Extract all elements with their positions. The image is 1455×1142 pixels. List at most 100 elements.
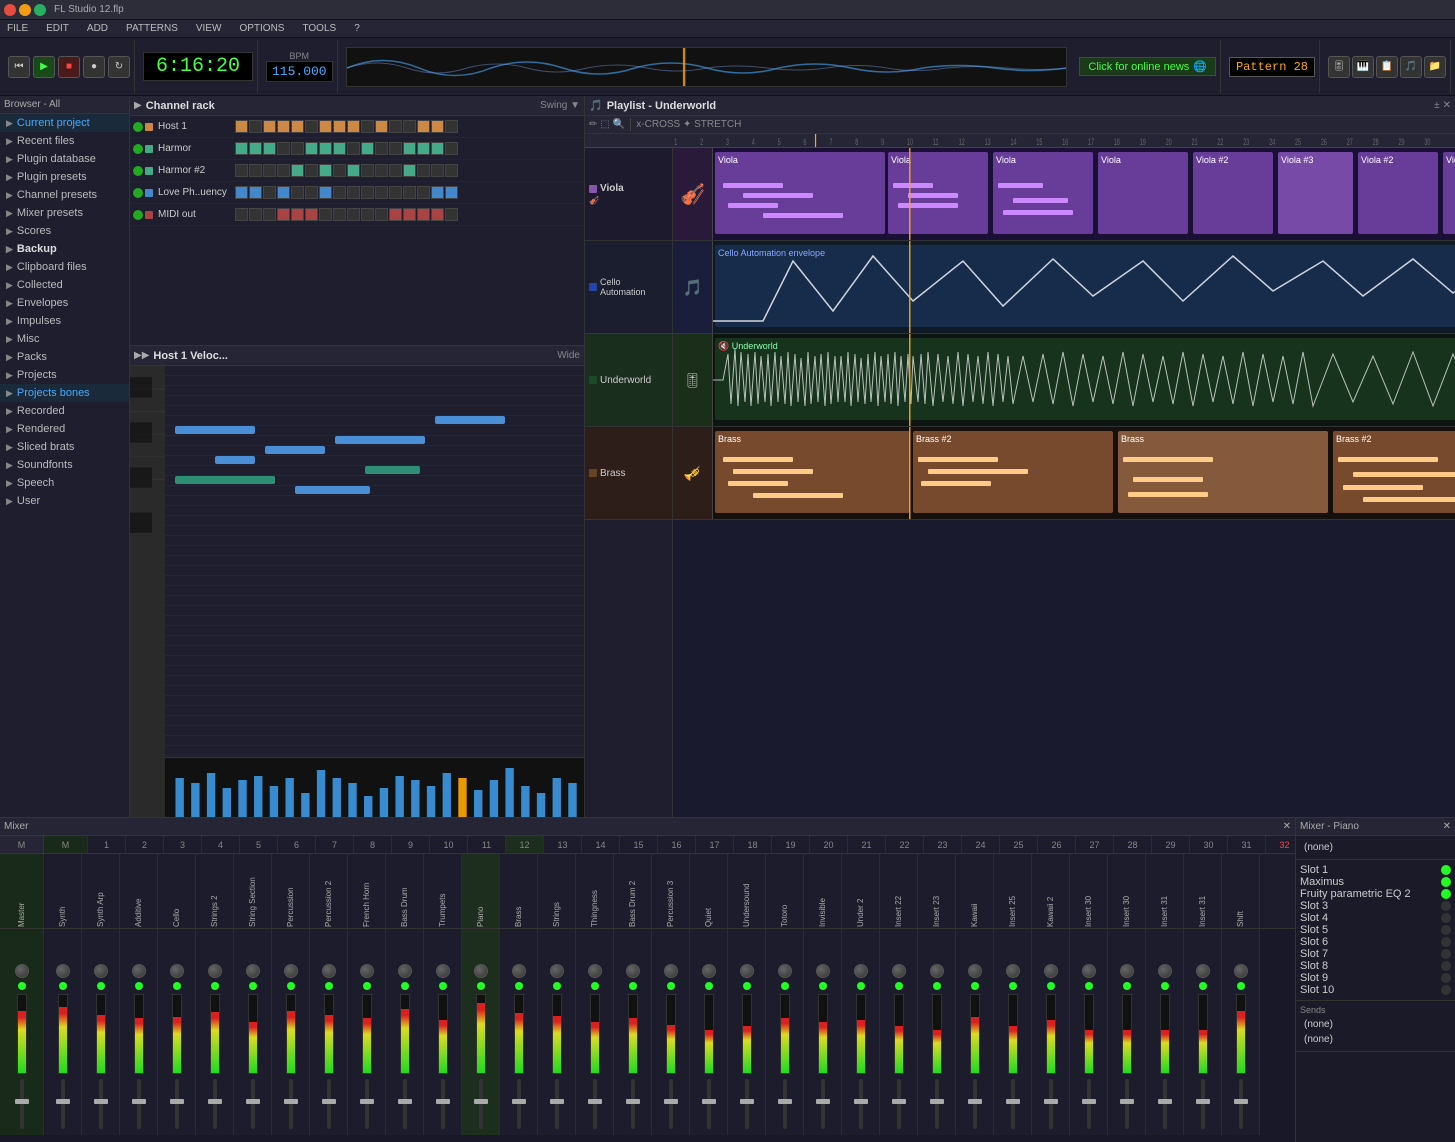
mixer-knob-28[interactable] bbox=[1082, 964, 1096, 978]
mixer-knob-21[interactable] bbox=[816, 964, 830, 978]
sidebar-item-clipboard-files[interactable]: ▶Clipboard files bbox=[0, 258, 129, 276]
mixer-knob-4[interactable] bbox=[170, 964, 184, 978]
mixer-fader-32[interactable] bbox=[1222, 929, 1260, 1135]
maximize-button[interactable] bbox=[34, 4, 46, 16]
mixer-close-btn[interactable]: ✕ bbox=[1283, 821, 1291, 832]
mixer-fader-knob-2[interactable] bbox=[94, 1099, 108, 1104]
mixer-fader-knob-18[interactable] bbox=[702, 1099, 716, 1104]
step-btn-2-6[interactable] bbox=[319, 164, 332, 177]
mixer-fader-13[interactable] bbox=[500, 929, 538, 1135]
sidebar-item-backup[interactable]: ▶Backup bbox=[0, 240, 129, 258]
ch-active-0[interactable] bbox=[133, 122, 143, 132]
playlist-button[interactable]: 📋 bbox=[1376, 56, 1398, 78]
mixer-fader-knob-13[interactable] bbox=[512, 1099, 526, 1104]
track-area-brass[interactable]: 🎺 Brass Brass #2 bbox=[673, 427, 1455, 520]
mixer-num-1[interactable]: 1 bbox=[88, 836, 126, 853]
mixer-knob-5[interactable] bbox=[208, 964, 222, 978]
piano-note[interactable] bbox=[175, 476, 275, 484]
minimize-button[interactable] bbox=[19, 4, 31, 16]
mixer-fader-knob-8[interactable] bbox=[322, 1099, 336, 1104]
mixer-fader-2[interactable] bbox=[82, 929, 120, 1135]
step-btn-0-12[interactable] bbox=[403, 120, 416, 133]
mixer-send-2[interactable]: (none) bbox=[1300, 1032, 1451, 1047]
ch-active-4[interactable] bbox=[133, 210, 143, 220]
record-button[interactable]: ● bbox=[83, 56, 105, 78]
step-btn-1-15[interactable] bbox=[445, 142, 458, 155]
menu-file[interactable]: FILE bbox=[4, 22, 31, 35]
sidebar-item-packs[interactable]: ▶Packs bbox=[0, 348, 129, 366]
sidebar-item-misc[interactable]: ▶Misc bbox=[0, 330, 129, 348]
step-btn-1-12[interactable] bbox=[403, 142, 416, 155]
step-btn-3-6[interactable] bbox=[319, 186, 332, 199]
mixer-num-8[interactable]: 8 bbox=[354, 836, 392, 853]
mixer-fader-12[interactable] bbox=[462, 929, 500, 1135]
sidebar-item-speech[interactable]: ▶Speech bbox=[0, 474, 129, 492]
mixer-fader-6[interactable] bbox=[234, 929, 272, 1135]
menu-help[interactable]: ? bbox=[351, 22, 363, 35]
mixer-name-29[interactable]: Insert 30 bbox=[1108, 854, 1146, 929]
step-btn-2-9[interactable] bbox=[361, 164, 374, 177]
ch-active-2[interactable] bbox=[133, 166, 143, 176]
browser-button[interactable]: 📁 bbox=[1424, 56, 1446, 78]
mixer-name-21[interactable]: Invisible bbox=[804, 854, 842, 929]
mixer-fader-16[interactable] bbox=[614, 929, 652, 1135]
step-btn-2-5[interactable] bbox=[305, 164, 318, 177]
mixer-knob-8[interactable] bbox=[322, 964, 336, 978]
mixer-knob-29[interactable] bbox=[1120, 964, 1134, 978]
step-btn-3-9[interactable] bbox=[361, 186, 374, 199]
mixer-fader-knob-20[interactable] bbox=[778, 1099, 792, 1104]
mixer-fader-14[interactable] bbox=[538, 929, 576, 1135]
sidebar-item-rendered[interactable]: ▶Rendered bbox=[0, 420, 129, 438]
step-btn-3-0[interactable] bbox=[235, 186, 248, 199]
mixer-fader-21[interactable] bbox=[804, 929, 842, 1135]
mixer-num-23[interactable]: 23 bbox=[924, 836, 962, 853]
step-btn-1-3[interactable] bbox=[277, 142, 290, 155]
mixer-num-28[interactable]: 28 bbox=[1114, 836, 1152, 853]
step-btn-3-5[interactable] bbox=[305, 186, 318, 199]
mixer-fader-knob-23[interactable] bbox=[892, 1099, 906, 1104]
step-btn-3-1[interactable] bbox=[249, 186, 262, 199]
step-btn-1-6[interactable] bbox=[319, 142, 332, 155]
mixer-knob-1[interactable] bbox=[56, 964, 70, 978]
mixer-fader-knob-4[interactable] bbox=[170, 1099, 184, 1104]
step-btn-0-4[interactable] bbox=[291, 120, 304, 133]
mixer-name-24[interactable]: Insert 23 bbox=[918, 854, 956, 929]
mixer-knob-31[interactable] bbox=[1196, 964, 1210, 978]
mixer-num-20[interactable]: 20 bbox=[810, 836, 848, 853]
mixer-name-30[interactable]: Insert 31 bbox=[1146, 854, 1184, 929]
mixer-num-22[interactable]: 22 bbox=[886, 836, 924, 853]
mixer-fader-knob-3[interactable] bbox=[132, 1099, 146, 1104]
step-btn-4-10[interactable] bbox=[375, 208, 388, 221]
sidebar-item-channel-presets[interactable]: ▶Channel presets bbox=[0, 186, 129, 204]
mixer-num-12[interactable]: 12 bbox=[506, 836, 544, 853]
step-btn-1-11[interactable] bbox=[389, 142, 402, 155]
mixer-fader-11[interactable] bbox=[424, 929, 462, 1135]
mixer-num-16[interactable]: 16 bbox=[658, 836, 696, 853]
mixer-fader-knob-24[interactable] bbox=[930, 1099, 944, 1104]
playlist-tool-select[interactable]: ⬚ bbox=[600, 119, 609, 130]
mixer-num-27[interactable]: 27 bbox=[1076, 836, 1114, 853]
mixer-name-14[interactable]: Strings bbox=[538, 854, 576, 929]
mixer-name-4[interactable]: Cello bbox=[158, 854, 196, 929]
mixer-fader-31[interactable] bbox=[1184, 929, 1222, 1135]
playlist-close-btn[interactable]: ✕ bbox=[1443, 100, 1451, 111]
playlist-tool-draw[interactable]: ✏ bbox=[589, 119, 597, 130]
mixer-knob-18[interactable] bbox=[702, 964, 716, 978]
step-btn-4-4[interactable] bbox=[291, 208, 304, 221]
mixer-right-close[interactable]: ✕ bbox=[1443, 821, 1451, 832]
step-btn-0-13[interactable] bbox=[417, 120, 430, 133]
mixer-fader-0[interactable] bbox=[0, 929, 44, 1135]
step-btn-2-3[interactable] bbox=[277, 164, 290, 177]
mixer-num-14[interactable]: 14 bbox=[582, 836, 620, 853]
step-btn-3-10[interactable] bbox=[375, 186, 388, 199]
step-btn-3-11[interactable] bbox=[389, 186, 402, 199]
step-btn-1-13[interactable] bbox=[417, 142, 430, 155]
step-btn-4-9[interactable] bbox=[361, 208, 374, 221]
step-btn-0-8[interactable] bbox=[347, 120, 360, 133]
mixer-num-30[interactable]: 30 bbox=[1190, 836, 1228, 853]
step-btn-4-15[interactable] bbox=[445, 208, 458, 221]
mixer-knob-0[interactable] bbox=[15, 964, 29, 978]
mixer-fader-23[interactable] bbox=[880, 929, 918, 1135]
step-btn-0-14[interactable] bbox=[431, 120, 444, 133]
mixer-knob-11[interactable] bbox=[436, 964, 450, 978]
